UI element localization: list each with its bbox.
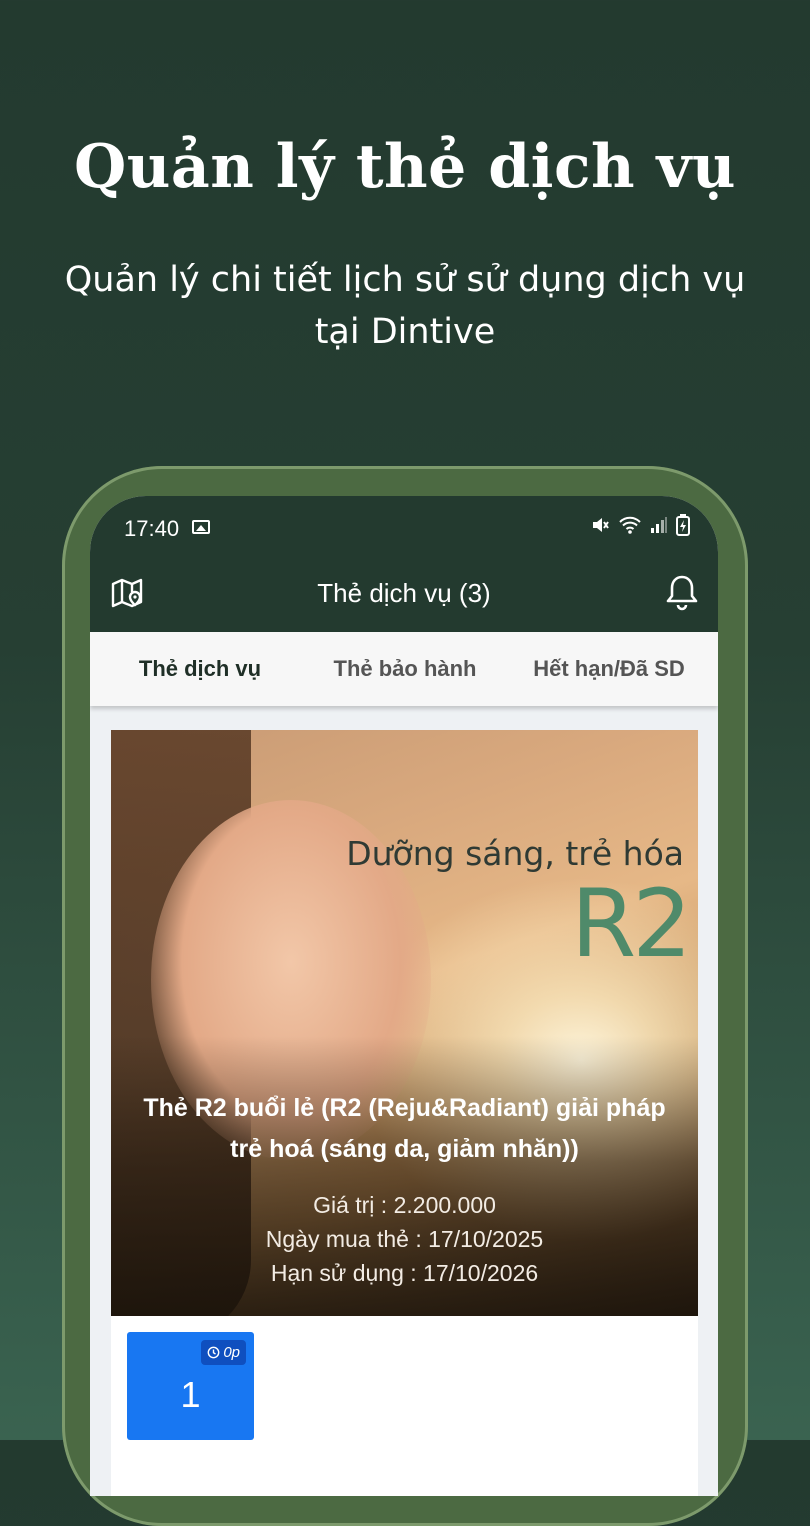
app-bar: Thẻ dịch vụ (3)	[90, 558, 718, 632]
bell-icon[interactable]	[662, 572, 702, 614]
session-duration: 0p	[223, 1344, 240, 1361]
session-tile[interactable]: 0p 1	[127, 1332, 254, 1440]
tab-expired-used[interactable]: Hết hạn/Đã SD	[500, 632, 718, 706]
app-bar-title: Thẻ dịch vụ (3)	[317, 578, 491, 608]
status-time: 17:40	[124, 516, 180, 541]
session-duration-badge: 0p	[201, 1340, 246, 1365]
status-bar: 17:40	[90, 496, 718, 558]
promo-headline: Quản lý thẻ dịch vụ	[74, 132, 736, 202]
service-card[interactable]: Dưỡng sáng, trẻ hóa R2 Thẻ R2 buổi lẻ (R…	[111, 730, 698, 1316]
mute-icon	[593, 518, 609, 532]
card-tagline: Dưỡng sáng, trẻ hóa	[346, 834, 684, 873]
card-value: Giá trị : 2.200.000	[313, 1192, 496, 1218]
promo-subline: Quản lý chi tiết lịch sử sử dụng dịch vụ…	[64, 260, 746, 352]
card-title: Thẻ R2 buổi lẻ (R2 (Reju&Radiant) giải p…	[143, 1094, 666, 1163]
card-purchase-date: Ngày mua thẻ : 17/10/2025	[265, 1226, 544, 1252]
card-expiry: Hạn sử dụng : 17/10/2026	[270, 1260, 539, 1286]
clock-icon	[207, 1346, 220, 1359]
phone-screen: 17:40 Thẻ dịch vụ (3) Thẻ dịch vụ Thẻ bả…	[90, 496, 718, 1496]
wifi-icon	[619, 516, 641, 534]
tab-bar: Thẻ dịch vụ Thẻ bảo hành Hết hạn/Đã SD	[90, 632, 718, 706]
image-notification-icon	[192, 520, 210, 534]
tab-service-cards[interactable]: Thẻ dịch vụ	[90, 632, 310, 706]
card-brand-mark: R2	[570, 870, 692, 979]
tab-warranty-cards[interactable]: Thẻ bảo hành	[310, 632, 500, 706]
session-number: 1	[180, 1374, 201, 1415]
status-icons	[590, 514, 690, 536]
signal-icon	[651, 517, 667, 533]
battery-icon	[676, 514, 690, 536]
